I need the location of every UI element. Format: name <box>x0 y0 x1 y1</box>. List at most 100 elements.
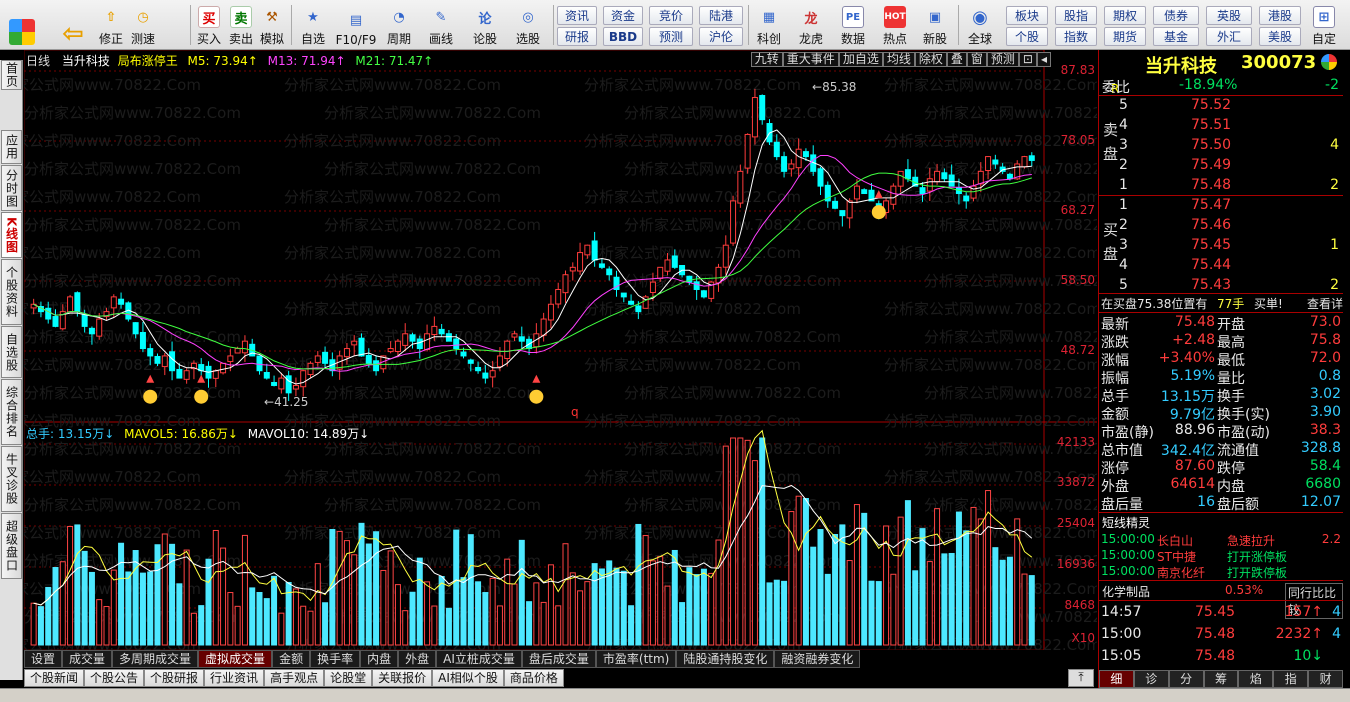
period-button[interactable]: ◔ 周期 <box>382 3 416 47</box>
quote-tab-2[interactable]: 分 <box>1168 670 1204 688</box>
info-tab[interactable]: 个股研报 <box>144 669 205 687</box>
info-tab[interactable]: 关联报价 <box>372 669 433 687</box>
quote-tab-4[interactable]: 焰 <box>1238 670 1274 688</box>
tab-apps[interactable]: 应用 <box>1 130 22 164</box>
simulate-button[interactable]: ⚒ 模拟 <box>257 3 287 47</box>
info-tab[interactable]: 商品价格 <box>503 669 564 687</box>
overlay-button[interactable]: 叠 <box>946 52 967 67</box>
indicator-tab[interactable]: 融资融券变化 <box>774 650 861 668</box>
indicator-tab[interactable]: 金额 <box>272 650 311 668</box>
tab-ranking[interactable]: 综合排名 <box>1 379 22 445</box>
fund-button[interactable]: 资金 <box>603 6 643 25</box>
dragon-tiger-button[interactable]: 龙 龙虎 <box>794 3 828 47</box>
customize-button[interactable]: ⊞ 自定 <box>1306 3 1342 47</box>
data-button[interactable]: PE 数据 <box>836 3 870 47</box>
shanghai-london-button[interactable]: 沪伦 <box>699 27 743 46</box>
index-button[interactable]: 指数 <box>1055 27 1097 46</box>
draw-line-button[interactable]: ✎ 画线 <box>424 3 458 47</box>
volume-bar <box>970 506 977 646</box>
ma-button[interactable]: 均线 <box>882 52 915 67</box>
bbd-button[interactable]: BBD <box>603 27 643 46</box>
major-events-button[interactable]: 重大事件 <box>782 52 839 67</box>
level-price: 75.50 <box>1191 137 1232 153</box>
forum-button[interactable]: 论 论股 <box>468 3 502 47</box>
f10-button[interactable]: ▤ F10/F9 <box>334 3 378 48</box>
quote-tab-0[interactable]: 细 <box>1099 670 1134 688</box>
tab-diagnose[interactable]: 牛叉诊股 <box>1 446 22 512</box>
expand-icon[interactable]: ⤒ <box>1068 669 1094 687</box>
stock-select-button[interactable]: ◎ 选股 <box>508 3 548 47</box>
research-button[interactable]: 研报 <box>557 27 597 46</box>
lock-icon[interactable]: ⊡ <box>1018 52 1037 67</box>
collapse-icon[interactable]: ◂ <box>1036 52 1051 67</box>
quote-tab-6[interactable]: 财 <box>1308 670 1344 688</box>
predict-button[interactable]: 预测 <box>986 52 1019 67</box>
tab-kline[interactable]: K线图 <box>1 212 22 258</box>
index-futures-button[interactable]: 股指 <box>1055 6 1097 25</box>
fix-button[interactable]: ⇧ 修正 <box>96 3 126 47</box>
indicator-tab[interactable]: 市盈率(ttm) <box>595 650 677 668</box>
tab-home[interactable]: 首页 <box>1 60 22 90</box>
funds-button[interactable]: 基金 <box>1153 27 1199 46</box>
sector-row[interactable]: 化学制品 0.53% 同行比比较 <box>1099 583 1343 619</box>
bonds-button[interactable]: 债券 <box>1153 6 1199 25</box>
indicator-tab[interactable]: 多周期成交量 <box>112 650 199 668</box>
sector-button[interactable]: 板块 <box>1006 6 1048 25</box>
watchlist-button[interactable]: ★ 自选 <box>296 3 330 47</box>
forecast-button[interactable]: 预测 <box>649 27 693 46</box>
uk-stocks-button[interactable]: 英股 <box>1206 6 1252 25</box>
indicator-tab[interactable]: AI立桩成交量 <box>436 650 522 668</box>
speed-test-button[interactable]: ◷ 测速 <box>128 3 158 47</box>
back-button[interactable]: ⇦ <box>56 3 90 49</box>
tab-intraday[interactable]: 分时图 <box>1 165 22 211</box>
volume-bar <box>1028 575 1035 646</box>
tab-stock-profile[interactable]: 个股资料 <box>1 259 22 325</box>
chart-canvas[interactable]: 分析家公式网www.70822.Com 分析家公式网www.70822.Com 分析… <box>24 50 1097 650</box>
indicator-label[interactable]: 局布涨停王 <box>118 54 178 68</box>
tab-watchlist[interactable]: 自选股 <box>1 326 22 378</box>
info-tab[interactable]: 行业资讯 <box>204 669 265 687</box>
logo-button[interactable] <box>6 3 38 47</box>
hk-stocks-button[interactable]: 港股 <box>1259 6 1301 25</box>
quote-tab-5[interactable]: 指 <box>1273 670 1309 688</box>
quote-tab-1[interactable]: 诊 <box>1133 670 1169 688</box>
info-tab[interactable]: 个股公告 <box>84 669 145 687</box>
options-button[interactable]: 期权 <box>1104 6 1146 25</box>
forex-button[interactable]: 外汇 <box>1206 27 1252 46</box>
stock-button[interactable]: 个股 <box>1006 27 1048 46</box>
indicator-tab[interactable]: 陆股通持股变化 <box>676 650 775 668</box>
indicator-tab[interactable]: 盘后成交量 <box>521 650 596 668</box>
ex-rights-button[interactable]: 除权 <box>914 52 947 67</box>
view-detail-link[interactable]: 查看详 <box>1307 295 1343 312</box>
futures-button[interactable]: 期货 <box>1104 27 1146 46</box>
indicator-tab[interactable]: 成交量 <box>62 650 113 668</box>
indicator-tab[interactable]: 设置 <box>24 650 63 668</box>
info-tab[interactable]: AI相似个股 <box>432 669 504 687</box>
tab-super-book[interactable]: 超级盘口 <box>1 513 22 579</box>
add-watchlist-button[interactable]: 加自选 <box>838 52 883 67</box>
indicator-tab[interactable]: 换手率 <box>310 650 361 668</box>
info-tab[interactable]: 论股堂 <box>324 669 373 687</box>
sell-icon: 卖 <box>230 6 252 28</box>
kline-chart[interactable]: 分析家公式网www.70822.Com 分析家公式网www.70822.Com 分析… <box>24 50 1097 650</box>
candle-body <box>635 305 642 313</box>
ipo-button[interactable]: ▣ 新股 <box>918 3 952 47</box>
indicator-tab[interactable]: 内盘 <box>360 650 399 668</box>
auction-button[interactable]: 竞价 <box>649 6 693 25</box>
hotspot-button[interactable]: HOT 热点 <box>878 3 912 47</box>
info-tab[interactable]: 个股新闻 <box>24 669 85 687</box>
sell-button[interactable]: 卖 卖出 <box>226 3 256 47</box>
window-button[interactable]: 窗 <box>966 52 987 67</box>
indicator-tab[interactable]: 外盘 <box>398 650 437 668</box>
buy-button[interactable]: 买 买入 <box>194 3 224 47</box>
global-button[interactable]: ◉ 全球 <box>962 3 998 47</box>
news-button[interactable]: 资讯 <box>557 6 597 25</box>
stock-name-label: 当升科技 <box>61 54 110 68</box>
info-tab[interactable]: 高手观点 <box>264 669 325 687</box>
kechuang-button[interactable]: ▦ 科创 <box>752 3 786 47</box>
nine-turn-button[interactable]: 九转 <box>750 52 783 67</box>
quote-tab-3[interactable]: 筹 <box>1203 670 1239 688</box>
us-stocks-button[interactable]: 美股 <box>1259 27 1301 46</box>
hk-connect-button[interactable]: 陆港 <box>699 6 743 25</box>
indicator-tab[interactable]: 虚拟成交量 <box>198 650 273 668</box>
